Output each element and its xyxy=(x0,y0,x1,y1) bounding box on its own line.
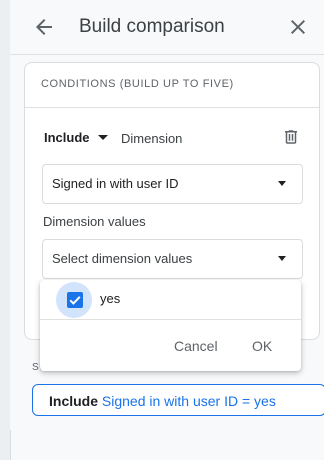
delete-condition-button[interactable] xyxy=(282,128,300,146)
yes-checkbox[interactable] xyxy=(67,292,83,308)
caret-down-icon xyxy=(97,135,108,140)
cancel-button[interactable]: Cancel xyxy=(174,338,218,354)
dimension-select-value: Signed in with user ID xyxy=(52,176,179,191)
ok-button[interactable]: OK xyxy=(252,338,272,354)
dropdown-arrow-icon xyxy=(278,181,286,186)
close-icon xyxy=(291,20,305,34)
option-yes[interactable]: yes xyxy=(40,280,301,320)
include-dropdown[interactable]: Include xyxy=(44,130,108,145)
conditions-title: CONDITIONS (BUILD UP TO FIVE) xyxy=(41,78,234,90)
close-button[interactable] xyxy=(286,15,310,39)
panel-title: Build comparison xyxy=(79,16,225,37)
summary-condition: Signed in with user ID = yes xyxy=(101,393,276,409)
dimension-values-menu: yes Cancel OK xyxy=(40,280,301,371)
dimension-values-label: Dimension values xyxy=(43,214,146,229)
option-label: yes xyxy=(100,291,121,306)
checkmark-icon xyxy=(69,296,81,305)
dimension-values-select[interactable]: Select dimension values xyxy=(42,239,303,279)
trash-icon xyxy=(285,130,297,144)
conditions-card-header: CONDITIONS (BUILD UP TO FIVE) xyxy=(25,63,319,108)
include-label: Include xyxy=(44,130,90,145)
dropdown-arrow-icon xyxy=(278,256,286,261)
arrow-back-icon xyxy=(36,19,52,35)
summary-include: Include xyxy=(49,393,99,409)
dimension-values-placeholder: Select dimension values xyxy=(52,251,193,266)
panel-header: Build comparison xyxy=(10,0,324,55)
dimension-label: Dimension xyxy=(121,131,183,146)
dimension-select[interactable]: Signed in with user ID xyxy=(42,164,303,204)
summary-chip: Include Signed in with user ID = yes xyxy=(32,384,324,416)
back-button[interactable] xyxy=(32,15,56,39)
